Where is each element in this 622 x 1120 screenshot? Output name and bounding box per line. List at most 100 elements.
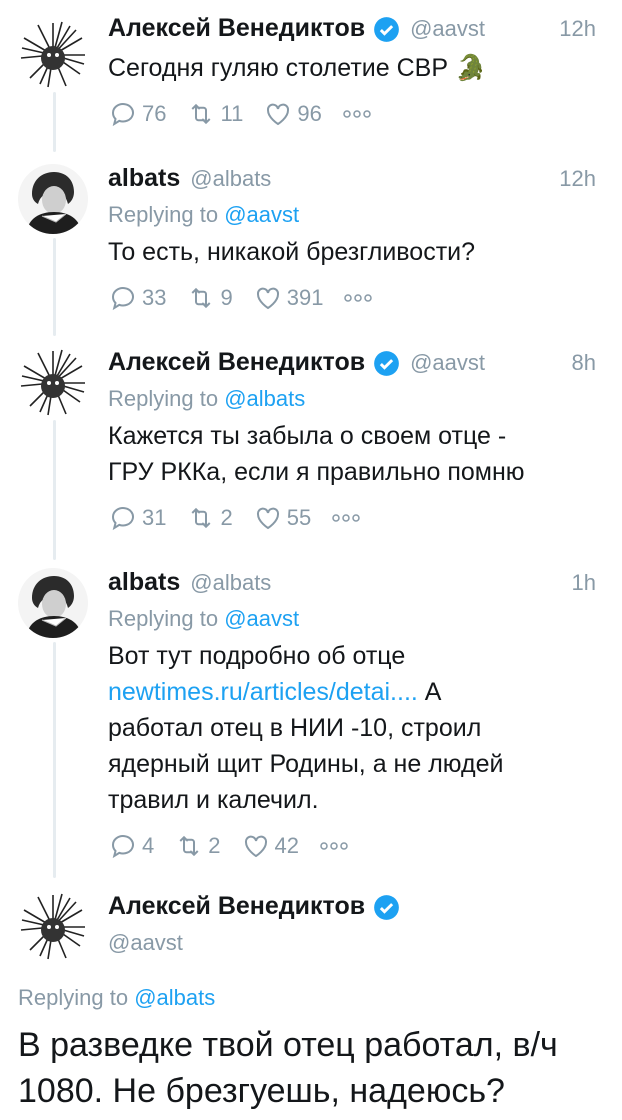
more-icon bbox=[343, 110, 371, 118]
tweet-actions: 31 2 55 bbox=[108, 502, 596, 534]
mention-link[interactable]: @aavst bbox=[224, 202, 299, 227]
reply-count: 4 bbox=[142, 833, 155, 858]
reply-button[interactable]: 33 bbox=[108, 283, 166, 313]
tweet-text-line: В разведке твой отец работал, в/ч bbox=[18, 1026, 558, 1064]
more-button[interactable] bbox=[343, 292, 373, 304]
retweet-icon bbox=[192, 287, 211, 309]
reply-icon bbox=[112, 507, 134, 531]
replying-to-label: Replying to bbox=[108, 386, 225, 411]
user-name[interactable]: Алексей Венедиктов bbox=[108, 348, 365, 377]
person-avatar-icon bbox=[18, 568, 88, 638]
replying-to-label: Replying to bbox=[18, 985, 135, 1010]
mention-link[interactable]: @albats bbox=[134, 985, 215, 1010]
tweet-text-line: 1080. Не брезгуешь, надеюсь? bbox=[18, 1072, 505, 1110]
user-handle[interactable]: @albats bbox=[190, 166, 271, 192]
tweet-text: Вот тут подробно об отце newtimes.ru/art… bbox=[108, 638, 596, 818]
main-tweet-text: В разведке твой отец работал, в/ч 1080. … bbox=[18, 1022, 604, 1114]
tweet-header: albats @albats 1h bbox=[108, 568, 596, 602]
retweet-count: 11 bbox=[220, 101, 244, 126]
like-icon bbox=[267, 103, 290, 126]
thread-line bbox=[53, 238, 56, 336]
verified-badge-icon bbox=[374, 894, 399, 920]
reply-button[interactable]: 31 bbox=[108, 503, 166, 533]
user-handle[interactable]: @aavst bbox=[410, 350, 485, 376]
hedgehog-avatar-icon bbox=[20, 893, 85, 960]
replying-to-label: Replying to bbox=[108, 606, 225, 631]
more-icon bbox=[332, 514, 360, 522]
tweet-text-line: ГРУ РККа, если я правильно помню bbox=[108, 458, 525, 486]
avatar-albats[interactable] bbox=[18, 568, 88, 638]
tweet-time[interactable]: 8h bbox=[572, 350, 596, 376]
retweet-button[interactable]: 11 bbox=[186, 99, 243, 129]
tweet-time[interactable]: 12h bbox=[559, 16, 596, 42]
thread-line bbox=[53, 642, 56, 878]
retweet-button[interactable]: 9 bbox=[186, 283, 233, 313]
like-count: 96 bbox=[297, 101, 322, 126]
hedgehog-avatar-icon bbox=[20, 21, 85, 88]
reply-count: 31 bbox=[142, 505, 167, 530]
reply-icon bbox=[112, 287, 134, 311]
thread-line bbox=[53, 420, 56, 560]
tweet-actions: 4 2 42 bbox=[108, 830, 596, 862]
more-button[interactable] bbox=[331, 512, 361, 524]
like-count: 42 bbox=[274, 833, 299, 858]
tweet-text-line: травил и калечил. bbox=[108, 786, 319, 814]
more-button[interactable] bbox=[319, 840, 349, 852]
like-button[interactable]: 391 bbox=[253, 283, 324, 313]
user-handle[interactable]: @albats bbox=[190, 570, 271, 596]
mention-link[interactable]: @albats bbox=[224, 386, 305, 411]
user-name[interactable]: albats bbox=[108, 164, 180, 193]
more-icon bbox=[320, 842, 348, 850]
retweet-icon bbox=[192, 507, 211, 529]
replying-to: Replying to @albats bbox=[108, 386, 596, 416]
user-name[interactable]: Алексей Венедиктов bbox=[108, 14, 365, 43]
like-icon bbox=[256, 507, 279, 530]
more-icon bbox=[344, 294, 373, 302]
mention-link[interactable]: @aavst bbox=[224, 606, 299, 631]
retweet-icon bbox=[179, 835, 199, 857]
like-count: 391 bbox=[286, 285, 324, 310]
person-avatar-icon bbox=[18, 164, 88, 234]
tweet-text-line: newtimes.ru/articles/detai.... А bbox=[108, 674, 596, 710]
tweet-text-line: Вот тут подробно об отце bbox=[108, 642, 406, 670]
avatar-aavst[interactable] bbox=[18, 20, 88, 90]
tweet-time[interactable]: 12h bbox=[559, 166, 596, 192]
tweet-text-line: ядерный щит Родины, а не людей bbox=[108, 750, 504, 778]
reply-button[interactable]: 4 bbox=[108, 831, 154, 861]
avatar-aavst[interactable] bbox=[18, 348, 88, 418]
tweet-text: То есть, никакой брезгливости? bbox=[108, 238, 476, 266]
hedgehog-avatar-icon bbox=[20, 349, 85, 416]
verified-badge-icon bbox=[374, 16, 399, 42]
tweet-text-fragment: А bbox=[417, 678, 442, 706]
user-name[interactable]: albats bbox=[108, 568, 180, 597]
reply-button[interactable]: 76 bbox=[108, 99, 166, 129]
replying-to: Replying to @albats bbox=[18, 985, 215, 1011]
tweet-text-line: работал отец в НИИ -10, строил bbox=[108, 714, 482, 742]
tweet-text: Кажется ты забыла о своем отце - ГРУ РКК… bbox=[108, 418, 596, 490]
user-name[interactable]: Алексей Венедиктов bbox=[108, 892, 365, 921]
user-handle[interactable]: @aavst bbox=[410, 16, 485, 42]
more-button[interactable] bbox=[342, 108, 372, 120]
verified-badge-icon bbox=[374, 350, 399, 376]
reply-count: 33 bbox=[142, 285, 167, 310]
user-handle[interactable]: @aavst bbox=[108, 930, 596, 956]
thread-line bbox=[53, 92, 56, 152]
tweet-actions: 33 9 391 bbox=[108, 282, 596, 314]
reply-icon bbox=[112, 103, 134, 127]
replying-to-label: Replying to bbox=[108, 202, 225, 227]
retweet-button[interactable]: 2 bbox=[174, 831, 221, 861]
like-button[interactable]: 96 bbox=[263, 99, 322, 129]
avatar-albats[interactable] bbox=[18, 164, 88, 234]
like-button[interactable]: 42 bbox=[241, 831, 299, 861]
tweet-text-line: Кажется ты забыла о своем отце - bbox=[108, 422, 507, 450]
retweet-count: 9 bbox=[220, 285, 233, 310]
avatar-aavst[interactable] bbox=[18, 892, 88, 962]
tweet-header: Алексей Венедиктов @aavst 8h bbox=[108, 348, 596, 382]
like-icon bbox=[256, 287, 279, 310]
article-link[interactable]: newtimes.ru/articles/detai.... bbox=[108, 678, 418, 706]
retweet-count: 2 bbox=[208, 833, 221, 858]
like-icon bbox=[244, 835, 267, 858]
retweet-button[interactable]: 2 bbox=[186, 503, 233, 533]
tweet-time[interactable]: 1h bbox=[572, 570, 596, 596]
like-button[interactable]: 55 bbox=[253, 503, 311, 533]
